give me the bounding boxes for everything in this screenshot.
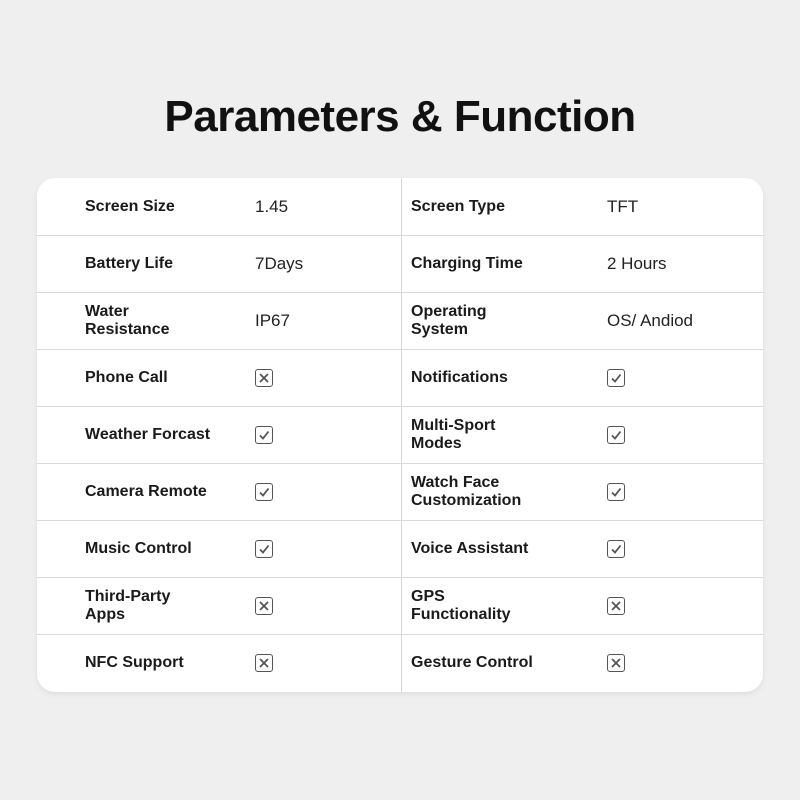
param-label-cell: Music Control [85,520,245,577]
param-value-cell [607,634,757,691]
param-label: Screen Type [411,197,505,215]
param-value-cell [255,406,395,463]
table-row: NFC Support Gesture Control [37,634,763,691]
check-icon [255,425,273,444]
param-value-cell: IP67 [255,292,395,349]
param-value-cell [607,520,757,577]
check-icon [255,539,273,558]
param-label-cell: NFC Support [85,634,245,691]
param-label: Charging Time [411,254,523,272]
param-label-cell: Third-Party Apps [85,577,245,634]
param-label-cell: Notifications [411,349,591,406]
table-row: Third-Party Apps GPS Functionality [37,577,763,635]
param-value-cell: OS/ Andiod [607,292,757,349]
param-value-cell [607,463,757,520]
param-value: TFT [607,196,639,216]
cross-icon [255,653,273,672]
table-row: Phone Call Notifications [37,349,763,407]
param-label: Watch Face Customization [411,473,522,509]
param-value-cell [255,520,395,577]
table-row: Music Control Voice Assistant [37,520,763,578]
param-value-cell: 7Days [255,235,395,292]
param-value-cell: TFT [607,178,757,235]
cross-icon [255,368,273,387]
param-label-cell: Voice Assistant [411,520,591,577]
param-label: GPS Functionality [411,587,511,623]
param-value-cell [255,634,395,691]
check-icon [607,425,625,444]
param-label: NFC Support [85,653,184,671]
parameters-table: Screen Size 1.45 Screen Type TFT Battery Lif… [37,178,763,692]
param-label-cell: Multi-Sport Modes [411,406,591,463]
check-icon [607,368,625,387]
param-label: Water Resistance [85,302,170,338]
param-label-cell: Camera Remote [85,463,245,520]
param-label-cell: Charging Time [411,235,591,292]
param-label: Camera Remote [85,482,207,500]
page-title: Parameters & Function [164,92,636,141]
param-label: Voice Assistant [411,539,529,557]
param-label-cell: Operating System [411,292,591,349]
param-label: Battery Life [85,254,174,272]
check-icon [255,482,273,501]
check-icon [607,539,625,558]
param-label: Third-Party Apps [85,587,171,623]
param-value: 2 Hours [607,253,667,273]
table-row: Water Resistance IP67 Operating System OS/ … [37,292,763,350]
param-value: 7Days [255,253,304,273]
param-value-cell [255,349,395,406]
param-label-cell: Gesture Control [411,634,591,691]
param-label: Weather Forcast [85,425,211,443]
param-label-cell: Battery Life [85,235,245,292]
param-label: Multi-Sport Modes [411,416,496,452]
param-label: Music Control [85,539,192,557]
param-label-cell: GPS Functionality [411,577,591,634]
param-label-cell: Watch Face Customization [411,463,591,520]
table-row: Weather Forcast Multi-Sport Modes [37,406,763,464]
param-value-cell: 1.45 [255,178,395,235]
param-label: Notifications [411,368,508,386]
param-label-cell: Phone Call [85,349,245,406]
param-label-cell: Weather Forcast [85,406,245,463]
param-value-cell [607,406,757,463]
param-value: 1.45 [255,196,289,216]
param-label-cell: Water Resistance [85,292,245,349]
cross-icon [607,653,625,672]
param-label: Phone Call [85,368,168,386]
table-row: Screen Size 1.45 Screen Type TFT [37,178,763,236]
param-value-cell: 2 Hours [607,235,757,292]
param-label: Screen Size [85,197,175,215]
param-label: Operating System [411,302,487,338]
table-row: Camera Remote Watch Face Customization [37,463,763,521]
cross-icon [255,596,273,615]
param-value: IP67 [255,310,290,330]
param-value-cell [607,577,757,634]
param-value: OS/ Andiod [607,310,694,330]
check-icon [607,482,625,501]
cross-icon [607,596,625,615]
param-value-cell [255,577,395,634]
table-row: Battery Life 7Days Charging Time 2 Hours [37,235,763,293]
param-label-cell: Screen Size [85,178,245,235]
param-value-cell [607,349,757,406]
param-label-cell: Screen Type [411,178,591,235]
param-value-cell [255,463,395,520]
param-label: Gesture Control [411,653,533,671]
